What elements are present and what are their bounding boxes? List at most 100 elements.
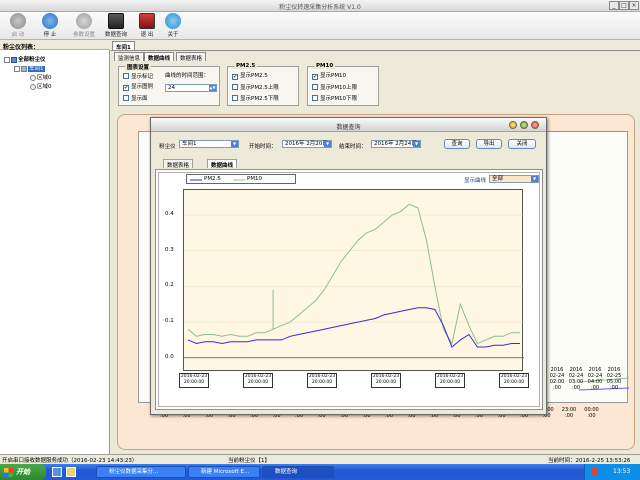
y-tick-label: 0.1 — [165, 318, 174, 325]
windows-logo-icon — [4, 468, 13, 477]
exit-button-label: 退 出 — [140, 32, 154, 38]
sensor-icon — [30, 83, 36, 90]
tab-monitor-info[interactable]: 监测信息 — [114, 52, 145, 62]
show-pm10-lower-checkbox[interactable]: 显示PM10下限 — [312, 95, 357, 103]
data-query-button[interactable]: 数据查询 — [103, 13, 129, 39]
checkbox-icon[interactable] — [123, 95, 129, 101]
dialog-close-text-button[interactable]: 关闭 — [508, 139, 536, 149]
query-chart-frame: PM2.5 PM10 显示曲线 全部 ▼ 0.0 0.1 0.2 0.3 0.4 2016… — [155, 169, 543, 410]
instrument-select[interactable]: 车间1 ▼ — [179, 140, 239, 148]
end-time-value: 2016年 2月24日 — [374, 141, 417, 147]
minimize-button[interactable]: _ — [609, 1, 619, 10]
stop-icon — [42, 13, 58, 29]
show-pm25-lower-label: 显示PM2.5下限 — [240, 96, 279, 102]
close-button[interactable]: × — [629, 1, 639, 10]
dialog-tab-table[interactable]: 数据表格 — [163, 159, 194, 169]
expand-icon[interactable] — [14, 65, 20, 72]
settings-button[interactable]: 参数设置 — [71, 13, 97, 39]
tree-item-area[interactable]: 区域0 — [30, 82, 52, 90]
display-curve-value: 全部 — [492, 176, 504, 182]
checkbox-icon[interactable] — [312, 95, 318, 101]
task-data-query[interactable]: 数据查询 — [262, 466, 334, 478]
query-chart: PM2.5 PM10 显示曲线 全部 ▼ 0.0 0.1 0.2 0.3 0.4 2016… — [158, 172, 540, 407]
tree-item-all[interactable]: 全部粉尘仪 — [4, 55, 46, 63]
about-button[interactable]: 关于 — [160, 13, 186, 39]
tab-workshop[interactable]: 车间1 — [112, 41, 135, 51]
checkmark-icon[interactable]: ✔ — [312, 74, 318, 80]
task-main-app[interactable]: 粉尘仪数据采集分... — [96, 466, 186, 478]
pm25-group-title: PM2.5 — [234, 63, 258, 69]
x-tick-label: 2016-02-23 20:00:00 — [307, 373, 337, 388]
chevron-down-icon[interactable]: ▼ — [531, 176, 538, 182]
toolbar: 启 动 停 止 参数设置 数据查询 退 出 关于 — [0, 12, 640, 40]
explorer-icon[interactable] — [66, 467, 76, 477]
dialog-maximize-button[interactable] — [520, 121, 528, 129]
dialog-close-button[interactable] — [531, 121, 539, 129]
start-time-label: 开始时间： — [249, 144, 277, 150]
maximize-button[interactable]: □ — [619, 1, 629, 10]
taskbar: 开始 粉尘仪数据采集分... 新建 Microsoft E... 数据查询 13… — [0, 464, 640, 480]
checkbox-icon[interactable] — [232, 95, 238, 101]
instrument-label: 粉尘仪 — [159, 144, 176, 150]
show-area-checkbox[interactable]: 显示面 — [123, 95, 148, 103]
node-icon — [21, 65, 27, 72]
start-time-picker[interactable]: 2016年 2月20日 ▼ — [282, 140, 332, 148]
checkbox-icon[interactable] — [232, 84, 238, 90]
tab-data-table[interactable]: 数据表格 — [176, 52, 207, 62]
checkmark-icon[interactable]: ✔ — [232, 74, 238, 80]
instrument-value: 车间1 — [182, 141, 197, 147]
query-button[interactable]: 查询 — [444, 139, 470, 149]
tree-item-area-label: 区域0 — [37, 75, 52, 81]
pm10-group-title: PM10 — [314, 63, 336, 69]
show-pm10-upper-checkbox[interactable]: 显示PM10上限 — [312, 84, 357, 92]
stop-button[interactable]: 停 止 — [37, 13, 63, 39]
play-icon — [10, 13, 26, 29]
spinner-icon[interactable]: ▲▼ — [209, 85, 216, 91]
tree-item-all-label: 全部粉尘仪 — [18, 57, 46, 63]
status-serial: 开启串口接收数据服务成功（2016-02-23 14:43:23） — [2, 458, 138, 464]
time-range-select[interactable]: 24 ▲▼ — [165, 84, 217, 92]
chevron-down-icon[interactable]: ▼ — [231, 141, 238, 147]
checkbox-icon[interactable] — [312, 84, 318, 90]
chevron-down-icon[interactable]: ▼ — [324, 141, 331, 147]
chevron-down-icon[interactable]: ▼ — [413, 141, 420, 147]
chart-legend: PM2.5 PM10 — [186, 174, 296, 184]
y-tick-label: 0.0 — [165, 353, 174, 360]
checkmark-icon[interactable]: ✔ — [123, 85, 129, 91]
end-time-picker[interactable]: 2016年 2月24日 ▼ — [371, 140, 421, 148]
tab-divider — [111, 50, 640, 51]
show-pm25-checkbox[interactable]: ✔ 显示PM2.5 — [232, 73, 268, 81]
show-pm25-upper-checkbox[interactable]: 显示PM2.5上限 — [232, 84, 279, 92]
show-marker-checkbox[interactable]: 显示标记 — [123, 73, 153, 81]
tab-data-curve[interactable]: 数据曲线 — [144, 52, 175, 62]
expand-icon[interactable] — [4, 56, 10, 63]
info-icon — [165, 13, 181, 29]
dialog-tabs: 数据表格 数据曲线 — [155, 158, 543, 169]
end-time-label: 结束时间： — [339, 144, 367, 150]
exit-button[interactable]: 退 出 — [134, 13, 160, 39]
dialog-title: 数据查询 — [336, 124, 361, 131]
ie-icon[interactable] — [52, 467, 62, 477]
display-curve-select[interactable]: 全部 ▼ — [489, 175, 539, 183]
task-excel[interactable]: 新建 Microsoft E... — [188, 466, 260, 478]
start-label: 开始 — [16, 468, 30, 476]
pm25-group: PM2.5 ✔ 显示PM2.5 显示PM2.5上限 显示PM2.5下限 — [227, 63, 299, 106]
dialog-tab-curve[interactable]: 数据曲线 — [207, 159, 238, 169]
legend-pm25-swatch — [190, 179, 202, 181]
start-button[interactable]: 启 动 — [5, 13, 31, 39]
show-pm25-upper-label: 显示PM2.5上限 — [240, 85, 279, 91]
checkbox-icon[interactable] — [123, 73, 129, 79]
start-menu-button[interactable]: 开始 — [0, 464, 46, 480]
legend-pm25-label: PM2.5 — [204, 176, 221, 182]
legend-pm10-label: PM10 — [247, 176, 263, 182]
show-area-label: 显示面 — [131, 96, 148, 102]
tree-item-workshop[interactable]: 车间1 — [14, 64, 45, 72]
export-button[interactable]: 导出 — [476, 139, 502, 149]
show-legend-checkbox[interactable]: ✔ 显示图例 — [123, 84, 153, 92]
background-x-tick: 2016 02-24 04:00:00 — [587, 367, 603, 391]
tree-item-area[interactable]: 区域0 — [30, 73, 52, 81]
dialog-minimize-button[interactable] — [509, 121, 517, 129]
show-pm10-checkbox[interactable]: ✔ 显示PM10 — [312, 73, 346, 81]
tray-icon[interactable] — [591, 468, 598, 475]
show-pm25-lower-checkbox[interactable]: 显示PM2.5下限 — [232, 95, 279, 103]
